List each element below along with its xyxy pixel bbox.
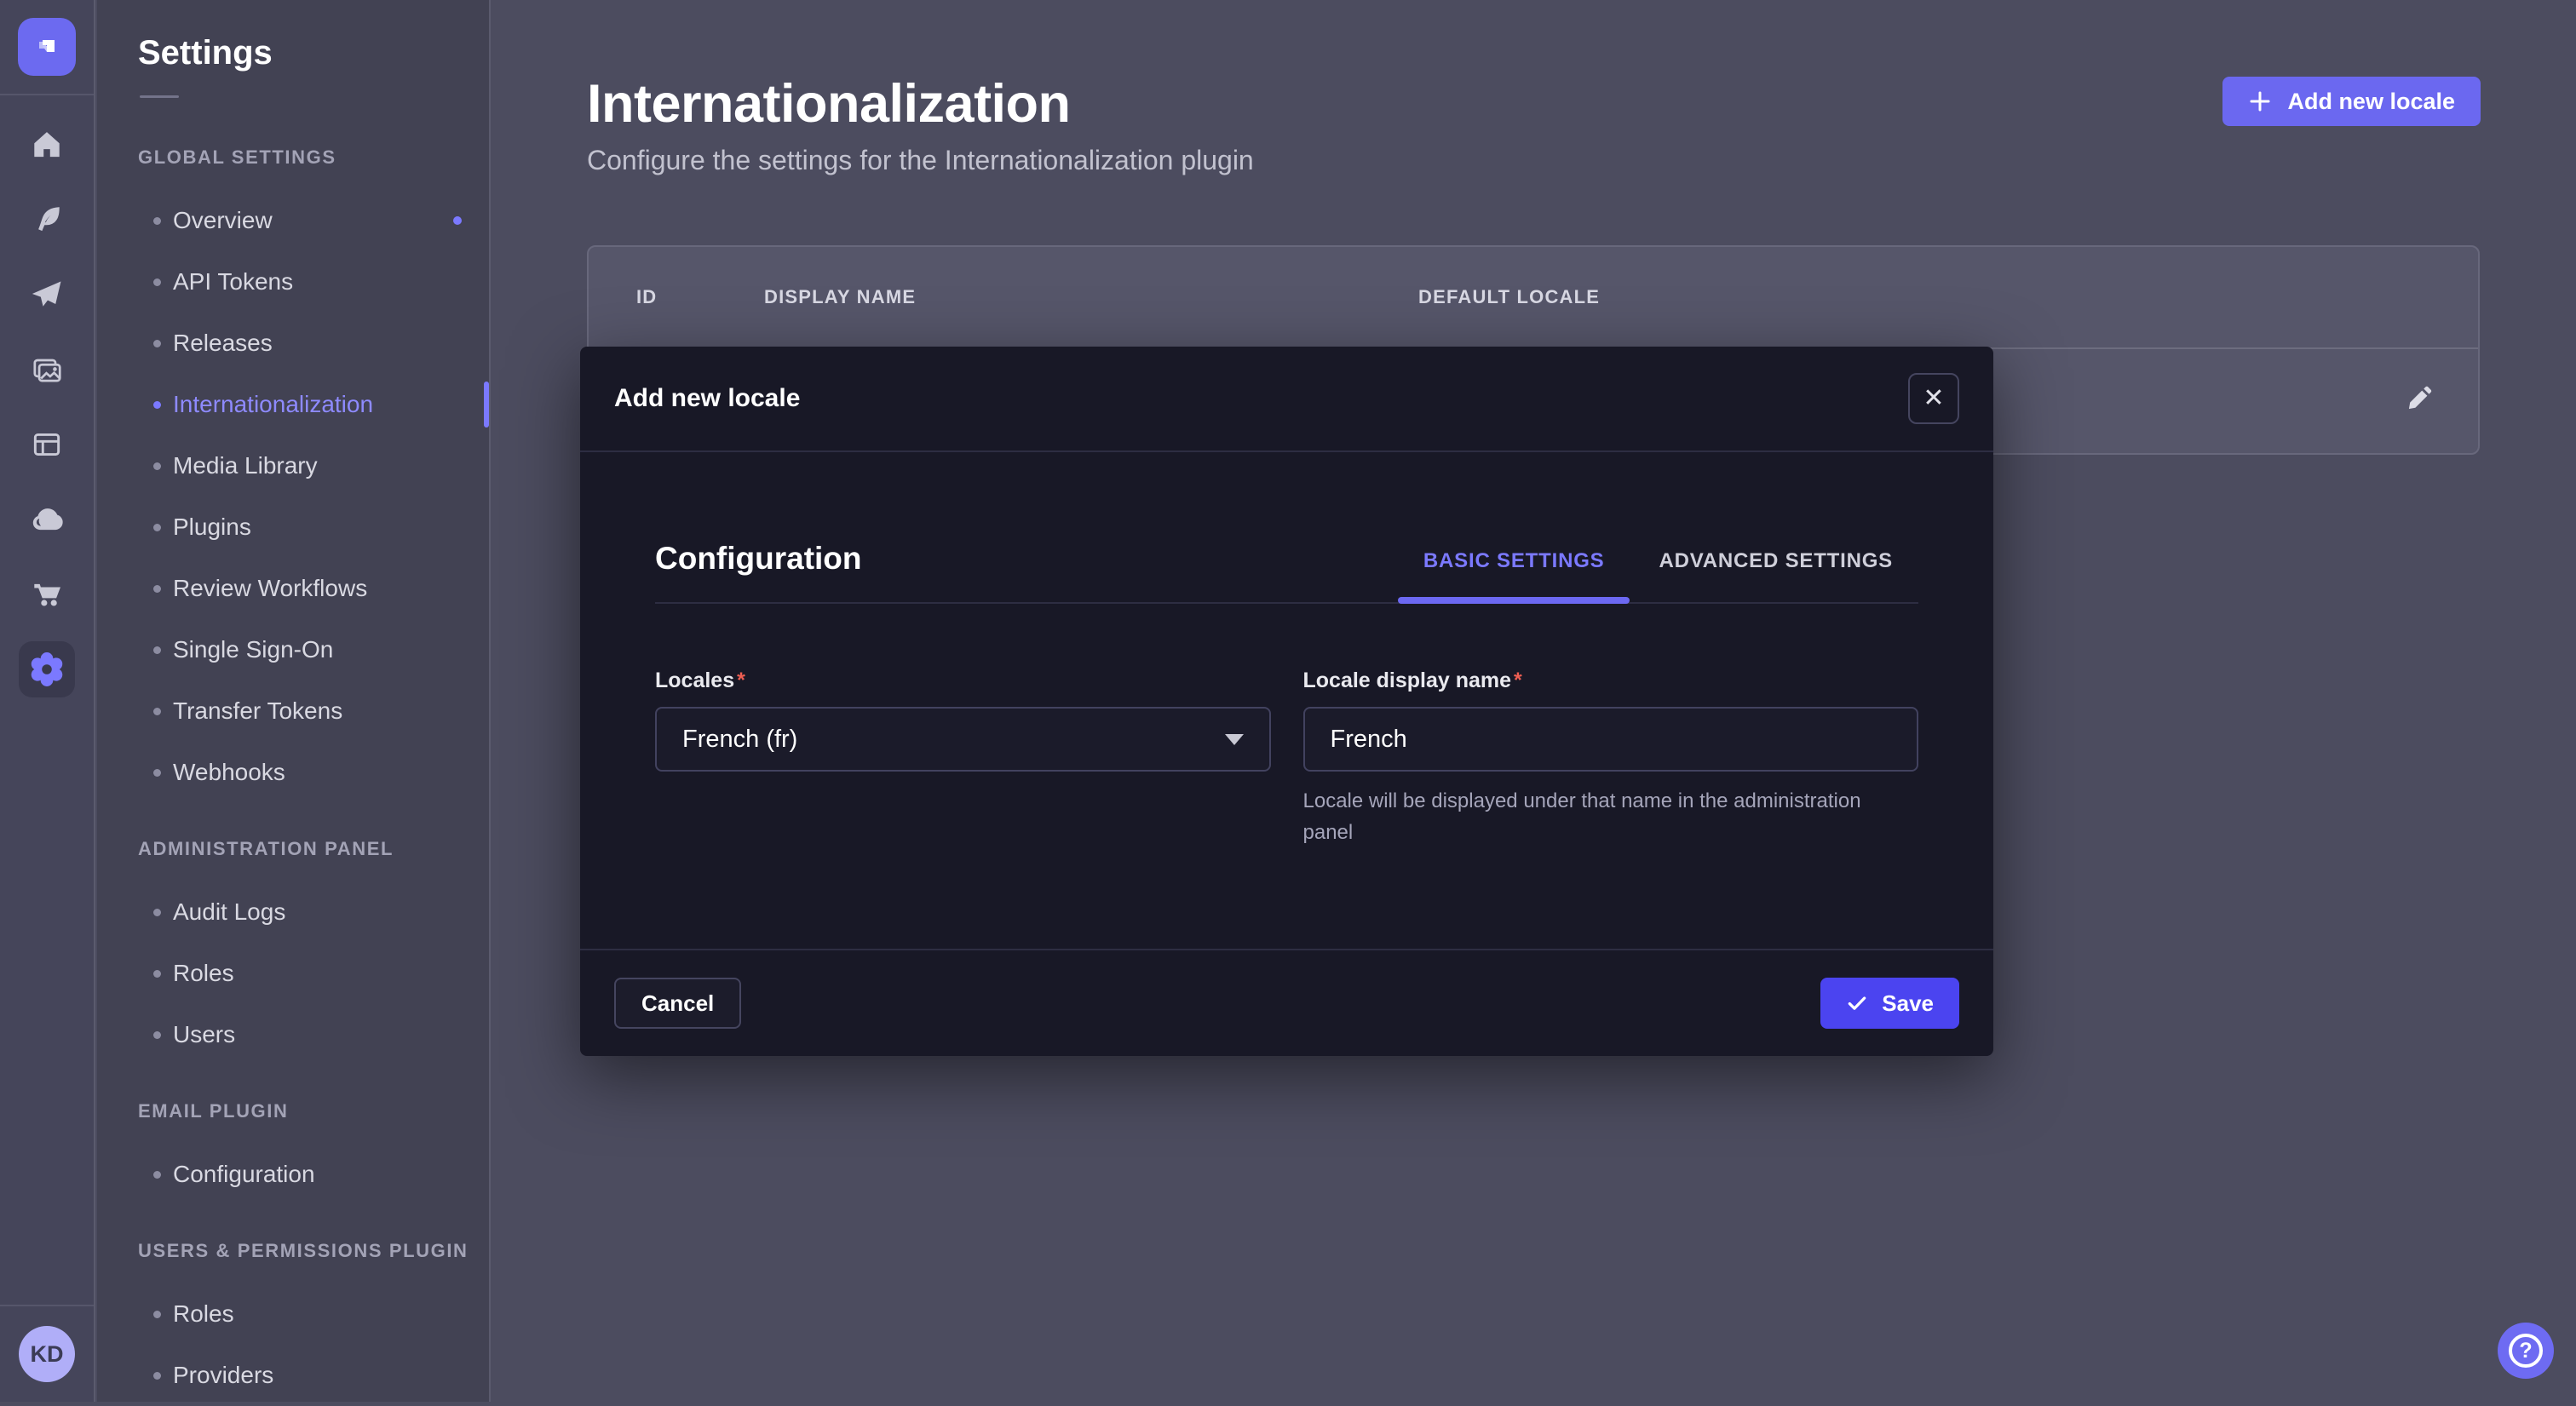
user-avatar[interactable]: KD xyxy=(19,1326,75,1382)
bullet-icon xyxy=(153,217,161,225)
configuration-bar: Configuration BASIC SETTINGS ADVANCED SE… xyxy=(655,452,1918,604)
paper-plane-icon[interactable] xyxy=(0,257,94,332)
notification-dot xyxy=(453,216,462,225)
rail-nav xyxy=(0,95,94,1305)
layout-icon[interactable] xyxy=(0,407,94,482)
pencil-icon xyxy=(2403,386,2432,415)
sidebar-item-audit-logs[interactable]: Audit Logs xyxy=(97,881,489,943)
locales-field: Locales* French (fr) xyxy=(655,669,1271,848)
pictures-icon[interactable] xyxy=(0,332,94,407)
bullet-icon xyxy=(153,462,161,470)
sidebar-item-api-tokens[interactable]: API Tokens xyxy=(97,251,489,313)
edit-locale-button[interactable] xyxy=(2403,386,2432,415)
question-mark-icon: ? xyxy=(2509,1334,2543,1368)
sidebar-title: Settings xyxy=(138,31,489,75)
locale-form-fields: Locales* French (fr) Locale display name… xyxy=(655,669,1918,848)
administration-panel-list: Audit Logs Roles Users xyxy=(97,881,489,1065)
sidebar-item-internationalization[interactable]: Internationalization xyxy=(97,374,489,435)
section-global-settings: GLOBAL SETTINGS xyxy=(138,146,489,169)
settings-sidebar: Settings GLOBAL SETTINGS Overview API To… xyxy=(97,0,491,1402)
tab-basic-settings[interactable]: BASIC SETTINGS xyxy=(1398,549,1630,602)
sidebar-item-up-providers[interactable]: Providers xyxy=(97,1345,489,1406)
nav-rail: KD xyxy=(0,0,95,1402)
home-icon[interactable] xyxy=(0,107,94,182)
bullet-icon xyxy=(153,909,161,916)
sidebar-item-admin-roles[interactable]: Roles xyxy=(97,943,489,1004)
gear-icon xyxy=(19,641,75,697)
column-id: ID xyxy=(636,286,764,308)
table-header-row: ID DISPLAY NAME DEFAULT LOCALE xyxy=(589,247,2478,347)
email-plugin-list: Configuration xyxy=(97,1144,489,1205)
section-users-permissions-plugin: USERS & PERMISSIONS PLUGIN xyxy=(138,1239,489,1263)
bullet-icon xyxy=(153,585,161,593)
locales-select[interactable]: French (fr) xyxy=(655,707,1271,772)
settings-tabs: BASIC SETTINGS ADVANCED SETTINGS xyxy=(1398,549,1918,602)
bullet-icon xyxy=(153,1171,161,1179)
bullet-icon xyxy=(153,278,161,286)
cart-icon[interactable] xyxy=(0,557,94,632)
modal-title: Add new locale xyxy=(614,384,800,413)
add-locale-modal: Add new locale ✕ Configuration BASIC SET… xyxy=(580,347,1993,1056)
section-email-plugin: EMAIL PLUGIN xyxy=(138,1099,489,1123)
add-new-locale-button[interactable]: Add new locale xyxy=(2222,77,2481,126)
locales-select-value: French (fr) xyxy=(682,726,797,754)
modal-header: Add new locale ✕ xyxy=(580,347,1993,452)
bullet-icon xyxy=(153,524,161,531)
feather-icon[interactable] xyxy=(0,182,94,257)
page-subtitle: Configure the settings for the Internati… xyxy=(587,145,1254,176)
sidebar-item-email-configuration[interactable]: Configuration xyxy=(97,1144,489,1205)
sidebar-item-media-library[interactable]: Media Library xyxy=(97,435,489,496)
bullet-icon xyxy=(153,970,161,978)
sidebar-item-single-sign-on[interactable]: Single Sign-On xyxy=(97,619,489,680)
settings-rail-item[interactable] xyxy=(0,632,94,707)
bullet-icon xyxy=(153,646,161,654)
bullet-icon xyxy=(153,340,161,347)
display-name-label: Locale display name* xyxy=(1303,669,1522,692)
required-marker: * xyxy=(1514,669,1522,692)
chevron-down-icon xyxy=(1225,734,1244,745)
display-name-field: Locale display name* Locale will be disp… xyxy=(1303,669,1919,848)
users-permissions-list: Roles Providers xyxy=(97,1283,489,1406)
bullet-icon xyxy=(153,1311,161,1318)
cloud-icon[interactable] xyxy=(0,482,94,557)
global-settings-list: Overview API Tokens Releases Internation… xyxy=(97,190,489,803)
help-button[interactable]: ? xyxy=(2498,1323,2554,1379)
sidebar-item-up-roles[interactable]: Roles xyxy=(97,1283,489,1345)
rail-logo-area xyxy=(0,0,94,95)
bullet-icon xyxy=(153,401,161,409)
sidebar-title-divider xyxy=(140,95,179,98)
bullet-icon xyxy=(153,769,161,777)
modal-footer: Cancel Save xyxy=(580,949,1993,1056)
sidebar-item-admin-users[interactable]: Users xyxy=(97,1004,489,1065)
section-administration-panel: ADMINISTRATION PANEL xyxy=(138,837,489,861)
display-name-input[interactable] xyxy=(1303,707,1919,772)
configuration-title: Configuration xyxy=(655,541,862,577)
check-icon xyxy=(1846,992,1868,1014)
sidebar-item-webhooks[interactable]: Webhooks xyxy=(97,742,489,803)
modal-body: Configuration BASIC SETTINGS ADVANCED SE… xyxy=(580,452,1993,848)
cancel-button[interactable]: Cancel xyxy=(614,978,741,1029)
page-title: Internationalization xyxy=(587,73,1071,135)
bullet-icon xyxy=(153,1031,161,1039)
locales-label: Locales* xyxy=(655,669,745,692)
sidebar-item-overview[interactable]: Overview xyxy=(97,190,489,251)
column-display-name: DISPLAY NAME xyxy=(764,286,1418,308)
bullet-icon xyxy=(153,1372,161,1380)
save-button[interactable]: Save xyxy=(1820,978,1959,1029)
sidebar-item-plugins[interactable]: Plugins xyxy=(97,496,489,558)
plus-icon xyxy=(2248,89,2272,113)
close-icon[interactable]: ✕ xyxy=(1908,373,1959,424)
sidebar-item-review-workflows[interactable]: Review Workflows xyxy=(97,558,489,619)
strapi-logo[interactable] xyxy=(18,18,76,76)
required-marker: * xyxy=(737,669,745,692)
sidebar-item-transfer-tokens[interactable]: Transfer Tokens xyxy=(97,680,489,742)
rail-user-area: KD xyxy=(0,1305,94,1402)
bullet-icon xyxy=(153,708,161,715)
display-name-hint: Locale will be displayed under that name… xyxy=(1303,785,1883,848)
tab-advanced-settings[interactable]: ADVANCED SETTINGS xyxy=(1633,549,1918,602)
column-default-locale: DEFAULT LOCALE xyxy=(1418,286,2430,308)
sidebar-item-releases[interactable]: Releases xyxy=(97,313,489,374)
